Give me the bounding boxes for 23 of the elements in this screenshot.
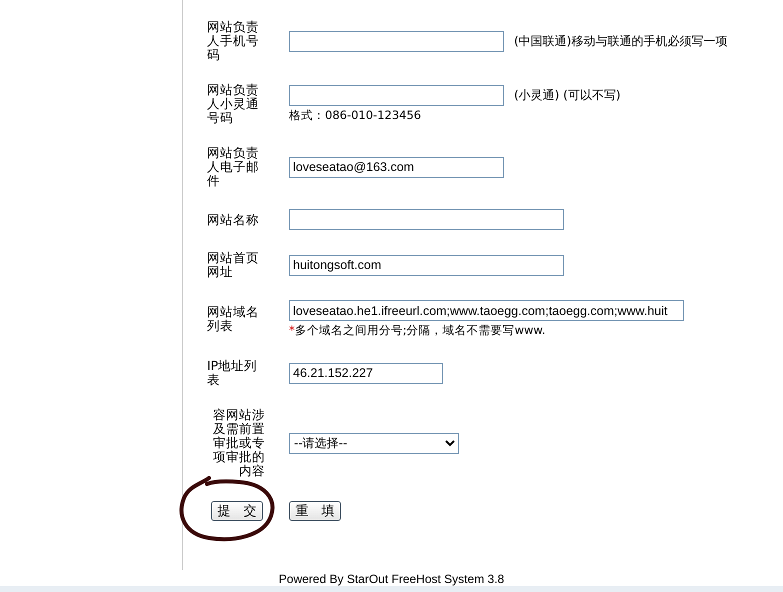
text-field[interactable] — [289, 30, 504, 52]
field-note: (小灵通) (可以不写) — [514, 87, 621, 104]
text-field[interactable]: loveseatao@163.com — [289, 156, 504, 178]
field-hint: 格式：086-010-123456 — [289, 108, 422, 123]
text-field[interactable] — [289, 85, 504, 106]
submit-button[interactable]: 提 交 — [211, 501, 263, 521]
text-field[interactable]: loveseatao.he1.ifreeurl.com;www.taoegg.com;taoegg.com;www.huit — [289, 300, 684, 321]
select-dropdown[interactable]: --请选择-- — [289, 432, 459, 454]
field-label: 网站首页网址 — [207, 251, 260, 279]
field-label: IP地址列表 — [207, 359, 258, 387]
field-label: 网站负责人小灵通号码 — [207, 83, 260, 125]
field-label: 网站负责人手机号码 — [207, 20, 260, 62]
field-label: 网站域名列表 — [207, 305, 260, 333]
field-note: (中国联通)移动与联通的手机必须写一项 — [514, 32, 728, 50]
reset-button[interactable]: 重 填 — [289, 501, 341, 521]
field-label: 网站名称 — [207, 212, 260, 226]
text-field[interactable]: 46.21.152.227 — [289, 362, 443, 384]
text-field[interactable]: huitongsoft.com — [289, 254, 564, 276]
field-hint: *多个域名之间用分号;分隔，域名不需要写www. — [289, 323, 546, 338]
footer-text: Powered By StarOut FreeHost System 3.8 — [278, 572, 506, 586]
text-field[interactable] — [289, 209, 564, 230]
field-label: 网站负责人电子邮件 — [207, 146, 260, 188]
field-label: 容网站涉及需前置审批或专项审批的内容 — [212, 408, 265, 478]
